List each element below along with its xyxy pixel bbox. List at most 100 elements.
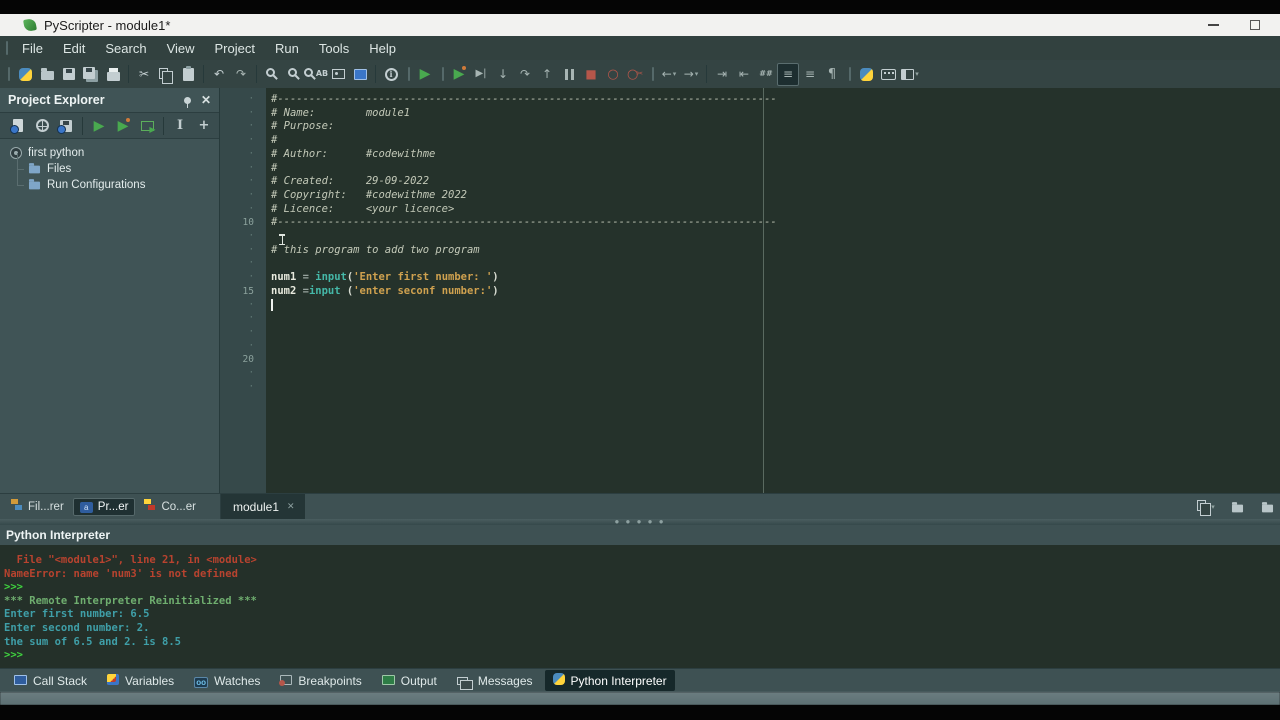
pe-debug-icon[interactable]: ▶ — [111, 114, 135, 137]
tab-module1[interactable]: module1 ✕ — [221, 494, 305, 519]
editor-tab-label: module1 — [233, 499, 280, 514]
menubar-grip[interactable] — [6, 41, 8, 55]
bottom-tab-python-interpreter[interactable]: Python Interpreter — [544, 670, 675, 691]
python-file-icon[interactable] — [14, 63, 36, 86]
bottom-tab-breakpoints[interactable]: Breakpoints — [272, 671, 369, 691]
clear-breakpoints-icon[interactable]: ○ ✂ — [624, 63, 646, 86]
back-icon[interactable]: ← ▾ — [658, 63, 680, 86]
editor-gutter[interactable]: · · · · · · · · · 10 · · · · 15 · · · · 20 · · — [220, 88, 266, 493]
toolbar-grip[interactable] — [8, 67, 10, 81]
float-window-icon[interactable] — [1226, 495, 1248, 518]
special-chars-icon[interactable]: ¶ — [821, 63, 843, 86]
step-out-icon[interactable]: ↑ — [536, 63, 558, 86]
layouts-icon[interactable]: ▾ — [899, 63, 921, 86]
minimize-icon — [1207, 24, 1219, 26]
bottom-tab-variables[interactable]: Variables — [99, 671, 182, 691]
indent-icon[interactable]: ⇥ — [711, 63, 733, 86]
menu-help[interactable]: Help — [359, 36, 406, 60]
tab-close-icon[interactable]: ✕ — [287, 501, 295, 512]
info-icon[interactable]: i — [380, 63, 402, 86]
bottom-tab-label: Breakpoints — [298, 673, 362, 688]
save-icon[interactable] — [58, 63, 80, 86]
tree-item-project-root[interactable]: first python — [0, 145, 219, 161]
close-panel-icon[interactable]: ✕ — [201, 93, 211, 107]
pe-new-project-icon[interactable] — [6, 114, 30, 137]
pause-icon[interactable] — [558, 63, 580, 86]
editor-code-area[interactable]: #---------------------------------------… — [266, 88, 1280, 493]
word-wrap-icon[interactable]: ≡ — [777, 62, 799, 86]
debug-icon[interactable]: ▶ — [448, 63, 470, 86]
pe-expand-icon[interactable]: I — [168, 114, 192, 137]
dock-window-icon[interactable] — [1256, 495, 1278, 518]
pe-open-project-icon[interactable] — [30, 114, 54, 137]
panel-tab-file-explorer-tab[interactable]: Fil...rer — [4, 496, 71, 517]
undo-icon[interactable]: ↶ — [208, 63, 230, 86]
gutter-row: 15 — [242, 285, 254, 297]
print-icon[interactable] — [102, 63, 124, 86]
maximize-button[interactable] — [1238, 14, 1272, 36]
menu-project[interactable]: Project — [205, 36, 265, 60]
toolbar-grip[interactable] — [442, 67, 444, 81]
paste-icon[interactable] — [177, 63, 199, 86]
code-editor[interactable]: · · · · · · · · · 10 · · · · 15 · · · · 20 · · #-------------… — [220, 88, 1280, 493]
comment-icon[interactable]: ## — [755, 63, 777, 86]
menu-edit[interactable]: Edit — [53, 36, 95, 60]
toolbar-separator — [163, 116, 164, 135]
web-icon[interactable] — [349, 63, 371, 86]
outdent-icon[interactable]: ⇤ — [733, 63, 755, 86]
open-file-icon[interactable] — [36, 63, 58, 86]
format-icon[interactable]: ≡ — [799, 63, 821, 86]
bottom-tab-messages[interactable]: Messages — [449, 671, 541, 691]
gutter-row: · — [248, 299, 254, 310]
step-over-icon[interactable]: ↷ — [514, 63, 536, 86]
cut-icon[interactable]: ✂ — [133, 63, 155, 86]
menu-search[interactable]: Search — [95, 36, 156, 60]
toolbar-grip[interactable] — [408, 67, 410, 81]
pe-external-run-icon[interactable] — [135, 114, 159, 137]
panel-tab-code-explorer-tab[interactable]: Co...er — [137, 496, 203, 517]
minimize-button[interactable] — [1196, 14, 1230, 36]
panel-tab-project-explorer-tab[interactable]: a Pr...er — [72, 497, 136, 516]
run-icon[interactable]: ▶ — [414, 63, 436, 86]
redo-icon[interactable]: ↷ — [230, 63, 252, 86]
run-to-cursor-icon[interactable]: ▶| — [470, 63, 492, 86]
interpreter-console[interactable]: File "<module1>", line 21, in <module> Na… — [0, 545, 1280, 668]
stop-icon[interactable]: ■ — [580, 63, 602, 86]
step-into-icon[interactable]: ↓ — [492, 63, 514, 86]
bottom-tab-watches[interactable]: oo Watches — [186, 671, 268, 691]
project-root-label: first python — [28, 147, 85, 159]
menu-run[interactable]: Run — [265, 36, 309, 60]
gutter-row: · — [248, 313, 254, 324]
python-engine-icon[interactable] — [855, 63, 877, 86]
bottom-tab-output[interactable]: Output — [374, 671, 445, 691]
breakpoint-icon[interactable]: ○ — [602, 63, 624, 86]
pe-save-project-icon[interactable] — [54, 114, 78, 137]
gutter-row: · — [248, 203, 254, 214]
save-all-icon[interactable] — [80, 63, 102, 86]
tree-item-files[interactable]: Files — [0, 153, 219, 177]
gutter-row: · — [248, 176, 254, 187]
find-icon[interactable] — [261, 63, 283, 86]
toolbar-separator — [706, 65, 707, 83]
picture-icon[interactable] — [327, 63, 349, 86]
find-next-icon[interactable] — [283, 63, 305, 86]
panel-tab-label: Pr...er — [97, 500, 129, 513]
pe-add-icon[interactable]: + — [192, 114, 216, 137]
menu-tools[interactable]: Tools — [309, 36, 359, 60]
toolbar-grip[interactable] — [849, 67, 851, 81]
toolbar-grip[interactable] — [652, 67, 654, 81]
pin-icon[interactable] — [183, 96, 191, 108]
window-list-icon[interactable]: ▾ — [1196, 495, 1218, 518]
pe-run-icon[interactable]: ▶ — [87, 114, 111, 137]
menu-file[interactable]: File — [12, 36, 53, 60]
bottom-tab-call-stack[interactable]: Call Stack — [6, 671, 95, 691]
shortcuts-icon[interactable] — [877, 63, 899, 86]
tree-item-run-configurations[interactable]: Run Configurations — [0, 169, 219, 193]
forward-icon[interactable]: → ▾ — [680, 63, 702, 86]
file-explorer-tab-icon — [11, 499, 23, 514]
menu-view[interactable]: View — [157, 36, 205, 60]
replace-icon[interactable]: AB — [303, 63, 328, 86]
copy-icon[interactable] — [155, 63, 177, 86]
code-line: num2 =input ('enter seconf number:') — [271, 284, 499, 297]
gutter-row: · — [248, 244, 254, 255]
